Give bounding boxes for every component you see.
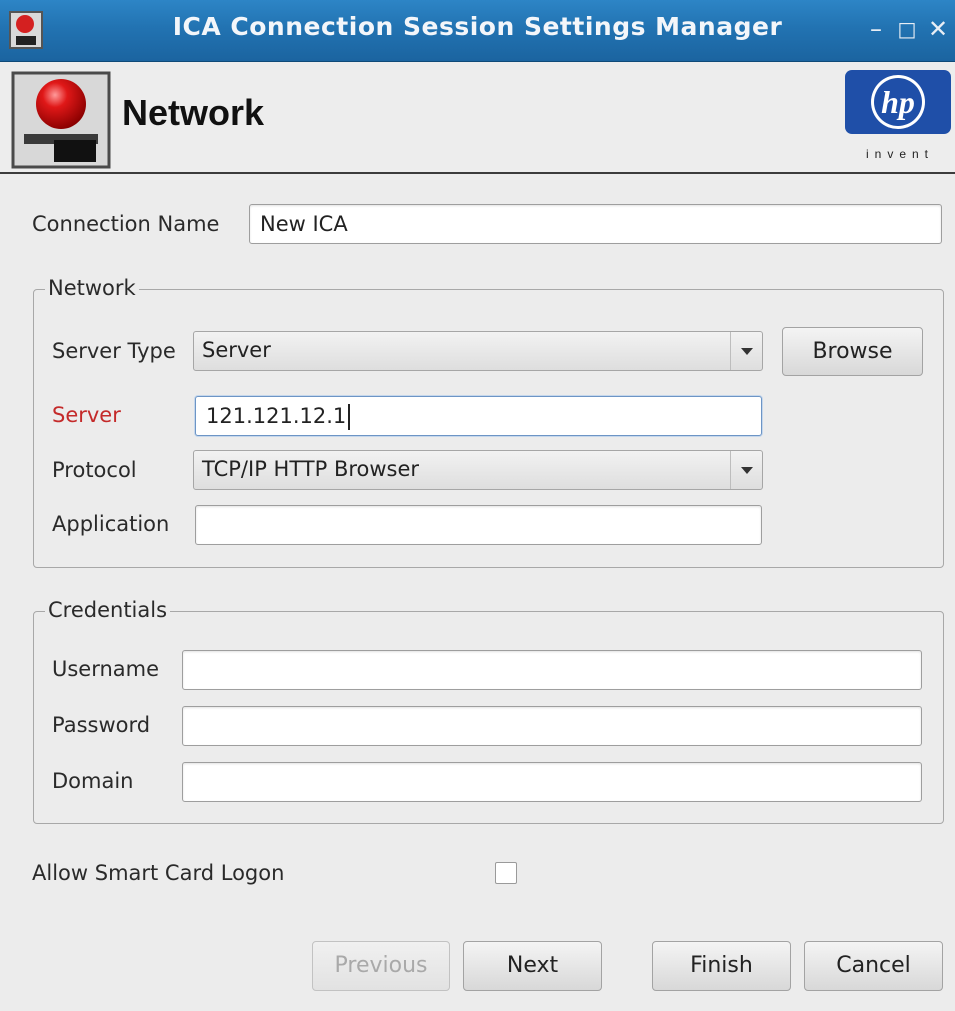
server-type-label: Server Type: [52, 339, 176, 363]
connection-name-label: Connection Name: [32, 212, 220, 236]
network-section-icon: [10, 70, 112, 170]
maximize-button[interactable]: □: [895, 14, 919, 44]
text-cursor: [348, 404, 351, 430]
protocol-value: TCP/IP HTTP Browser: [202, 457, 420, 481]
page-title: Network: [122, 92, 265, 133]
protocol-select[interactable]: TCP/IP HTTP Browser: [193, 450, 763, 490]
browse-button[interactable]: Browse: [782, 327, 923, 376]
previous-button[interactable]: Previous: [312, 941, 450, 991]
svg-text:invent: invent: [866, 147, 934, 161]
next-button[interactable]: Next: [463, 941, 602, 991]
password-label: Password: [52, 713, 151, 737]
page-header: Network hp invent: [0, 62, 955, 174]
minimize-button[interactable]: –: [864, 14, 888, 44]
network-group-title: Network: [45, 276, 139, 300]
smart-card-label: Allow Smart Card Logon: [32, 861, 285, 885]
domain-label: Domain: [52, 769, 134, 793]
chevron-down-icon[interactable]: [730, 451, 762, 489]
domain-field[interactable]: [182, 762, 922, 802]
protocol-label: Protocol: [52, 458, 137, 482]
finish-button[interactable]: Finish: [652, 941, 791, 991]
title-bar[interactable]: ICA Connection Session Settings Manager …: [0, 0, 955, 62]
username-label: Username: [52, 657, 160, 681]
username-field[interactable]: [182, 650, 922, 690]
application-label: Application: [52, 512, 170, 536]
window-title: ICA Connection Session Settings Manager: [172, 12, 783, 41]
cancel-button[interactable]: Cancel: [804, 941, 943, 991]
credentials-group-title: Credentials: [45, 598, 171, 622]
connection-name-field[interactable]: New ICA: [249, 204, 942, 244]
smart-card-checkbox[interactable]: [495, 862, 517, 884]
hp-logo: hp invent: [842, 66, 954, 164]
server-type-select[interactable]: Server: [193, 331, 763, 371]
chevron-down-icon[interactable]: [730, 332, 762, 370]
server-label: Server: [52, 403, 121, 427]
server-type-value: Server: [202, 338, 271, 362]
svg-text:hp: hp: [881, 84, 915, 120]
server-field[interactable]: 121.121.12.1: [195, 396, 762, 436]
application-field[interactable]: [195, 505, 762, 545]
server-value: 121.121.12.1: [206, 404, 347, 428]
close-button[interactable]: ✕: [926, 14, 950, 44]
password-field[interactable]: [182, 706, 922, 746]
